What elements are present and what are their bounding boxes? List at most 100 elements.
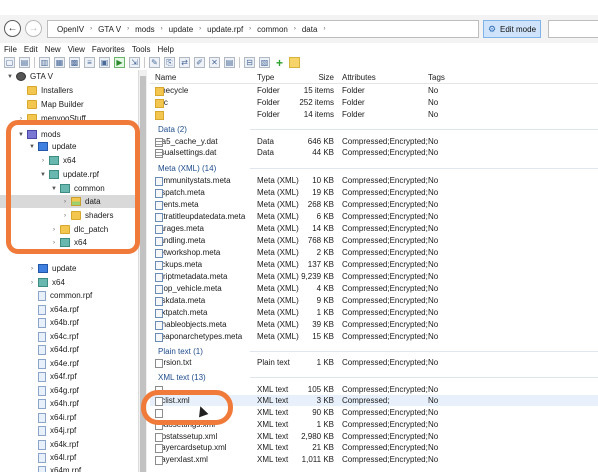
column-header-size[interactable]: Size [318,73,334,82]
breadcrumb-item[interactable]: data › [297,25,327,34]
delete-icon[interactable]: ✕ [209,57,220,68]
chevron-down-icon[interactable]: ▼ [6,74,14,80]
tree-node[interactable]: › x64 [28,276,65,289]
menu-item-new[interactable]: New [45,45,61,54]
table-row[interactable]: extratitleupdatedata.meta Meta (XML) 6 KB C… [150,211,598,222]
menu-item-tools[interactable]: Tools [132,45,151,54]
group-header[interactable]: Plain text (1) [150,345,598,357]
back-button[interactable]: ← [4,20,21,37]
table-row[interactable]: XML text 90 KB Compressed;Encrypted; No [150,407,598,418]
table-row[interactable]: events.meta Meta (XML) 268 KB Compressed;En… [150,199,598,210]
lock-icon[interactable]: ⊟ [244,57,255,68]
column-header-attributes[interactable]: Attributes [342,73,376,82]
open-icon[interactable]: ▤ [19,57,30,68]
table-row[interactable]: weaponarchetypes.meta Meta (XML) 15 KB Comp… [150,331,598,342]
tree-scrollbar-thumb[interactable] [140,76,146,472]
breadcrumb-item[interactable]: GTA V › [93,25,130,34]
copy-icon[interactable]: ⎘ [164,57,175,68]
add-icon[interactable]: + [274,56,285,70]
table-row[interactable]: taskdata.meta Meta (XML) 9 KB Compressed;En… [150,295,598,306]
table-row[interactable]: communitystats.meta Meta (XML) 10 KB Compre… [150,175,598,186]
tree-node[interactable]: Installers [17,84,73,97]
column-header-tags[interactable]: Tags [428,73,445,82]
table-row[interactable]: XML text 105 KB Compressed;Encrypted; No [150,384,598,395]
tree-node[interactable]: x64b.rpf [28,316,79,329]
tree-node[interactable]: x64f.rpf [28,370,77,383]
chevron-right-icon[interactable]: › [61,213,69,219]
tree-node[interactable]: ▼ GTA V [6,70,53,83]
group-header[interactable]: Meta (XML) (14) [150,162,598,174]
new-icon[interactable]: ▢ [4,57,15,68]
table-row[interactable]: dlclist.xml XML text 3 KB Compressed; No [150,395,598,406]
tree-node[interactable]: › x64 [39,154,76,167]
table-row[interactable]: shop_vehicle.meta Meta (XML) 4 KB Compresse… [150,283,598,294]
grid-icon[interactable]: ▩ [69,57,80,68]
menu-item-file[interactable]: File [4,45,17,54]
search-input[interactable] [548,20,598,38]
edit-icon[interactable]: ✎ [149,57,160,68]
tree-node[interactable]: › menyooStuff [17,112,86,125]
tree-node[interactable]: x64c.rpf [28,330,78,343]
table-row[interactable]: garages.meta Meta (XML) 14 KB Compressed;En… [150,223,598,234]
column-header-name[interactable]: Name [155,73,176,82]
properties-icon[interactable]: ▤ [224,57,235,68]
breadcrumb-item[interactable]: mods › [130,25,164,34]
tree-node[interactable]: › shaders [61,209,113,222]
table-row[interactable]: visualsettings.dat Data 44 KB Compressed;En… [150,147,598,158]
menu-item-help[interactable]: Help [158,45,174,54]
table-row[interactable]: ui Folder 14 items Folder No [150,109,598,120]
breadcrumb-item[interactable]: common › [252,25,297,34]
menu-item-edit[interactable]: Edit [24,45,38,54]
table-row[interactable]: textpatch.meta Meta (XML) 1 KB Compressed;E… [150,307,598,318]
table-row[interactable]: playerxlast.xml XML text 1,011 KB Compresse… [150,454,598,465]
breadcrumb[interactable]: OpenIV › GTA V › mods › update › update.rpf › comm… [47,20,479,38]
forward-button[interactable]: → [25,20,42,37]
tree-node[interactable]: › dlc_patch [50,223,108,236]
tree-node[interactable]: common.rpf [28,289,92,302]
image-edit-icon[interactable]: ▧ [259,57,270,68]
table-row[interactable]: tunableobjects.meta Meta (XML) 39 KB Compre… [150,319,598,330]
breadcrumb-item[interactable]: update › [164,25,202,34]
tree-node[interactable]: x64e.rpf [28,357,79,370]
chevron-right-icon[interactable]: › [50,240,58,246]
table-row[interactable]: version.txt Plain text 1 KB Compressed;Encr… [150,357,598,368]
chevron-right-icon[interactable]: › [17,116,25,122]
tree-node[interactable]: Map Builder [17,98,84,111]
group-header[interactable]: Data (2) [150,123,598,135]
table-row[interactable]: pickups.meta Meta (XML) 137 KB Compressed;E… [150,259,598,270]
tree-node[interactable]: x64g.rpf [28,384,79,397]
tree-node[interactable]: x64d.rpf [28,343,79,356]
table-row[interactable]: networkshop.meta Meta (XML) 2 KB Compressed… [150,247,598,258]
chevron-right-icon[interactable]: › [28,266,36,272]
folder-tree[interactable]: ▼ GTA V Installers Map Builder › menyooStuff ▼… [0,70,147,472]
tree-node[interactable]: › data [0,195,138,208]
tree-node[interactable]: x64m.rpf [28,464,81,472]
chevron-down-icon[interactable]: ▼ [17,132,25,138]
tiles-icon[interactable]: ▣ [99,57,110,68]
rename-icon[interactable]: ✐ [194,57,205,68]
column-header-type[interactable]: Type [257,73,274,82]
tree-node[interactable]: ▼ update.rpf [39,168,99,181]
tree-node[interactable]: x64l.rpf [28,451,76,464]
tree-node[interactable]: x64k.rpf [28,438,78,451]
breadcrumb-item[interactable]: OpenIV › [52,25,93,34]
tree-node[interactable]: x64h.rpf [28,397,79,410]
tree-node[interactable]: › x64 [50,236,87,249]
tree-node[interactable]: ▼ update [28,140,76,153]
table-row[interactable]: ugc Folder 252 items Folder No [150,97,598,108]
tree-node[interactable]: ▼ common [50,182,105,195]
tree-scrollbar[interactable] [138,70,147,472]
table-row[interactable]: dispatch.meta Meta (XML) 19 KB Compressed;E… [150,187,598,198]
table-row[interactable]: playercardsetup.xml XML text 21 KB Compress… [150,442,598,453]
edit-mode-button[interactable]: ⚙ Edit mode [483,20,541,38]
folder-icon[interactable]: ▥ [39,57,50,68]
new-folder-icon[interactable] [289,57,300,68]
chevron-right-icon[interactable]: › [28,280,36,286]
menu-item-view[interactable]: View [68,45,85,54]
file-list[interactable]: Name Type Size Attributes Tags timecycle Fold… [150,70,598,472]
table-row[interactable]: gta5_cache_y.dat Data 646 KB Compressed;Enc… [150,136,598,147]
replace-icon[interactable]: ⇄ [179,57,190,68]
export-icon[interactable]: ⇲ [129,57,140,68]
chevron-right-icon[interactable]: › [50,227,58,233]
table-row[interactable]: hbaosettings.xml XML text 1 KB Compressed;E… [150,419,598,430]
